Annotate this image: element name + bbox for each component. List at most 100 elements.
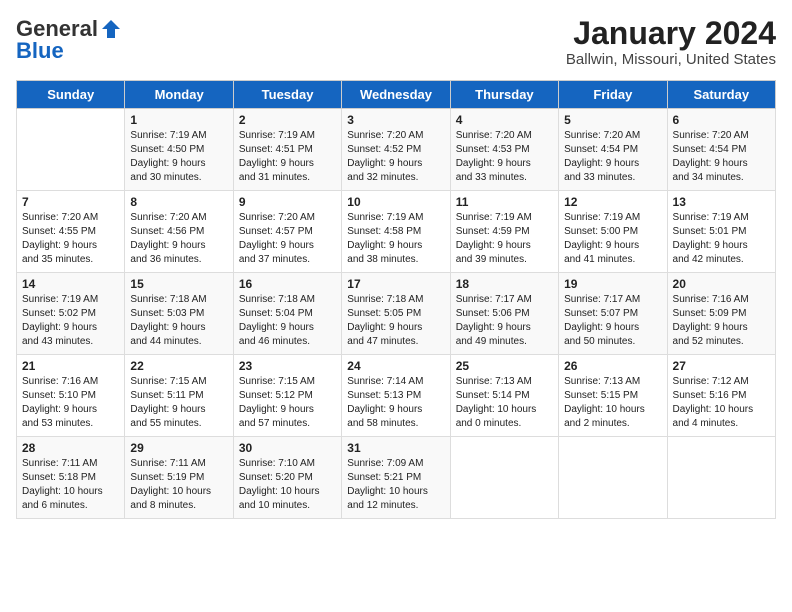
day-info: Sunrise: 7:16 AM Sunset: 5:10 PM Dayligh…: [22, 375, 119, 431]
day-info: Sunrise: 7:20 AM Sunset: 4:52 PM Dayligh…: [347, 129, 444, 185]
calendar-cell: 19 Sunrise: 7:17 AM Sunset: 5:07 PM Dayli…: [559, 273, 667, 355]
day-number: 14: [22, 277, 119, 291]
day-info: Sunrise: 7:19 AM Sunset: 5:01 PM Dayligh…: [673, 211, 770, 267]
week-row-2: 7 Sunrise: 7:20 AM Sunset: 4:55 PM Daylig…: [17, 191, 776, 273]
calendar-cell: 18 Sunrise: 7:17 AM Sunset: 5:06 PM Dayli…: [450, 273, 558, 355]
header-row: SundayMondayTuesdayWednesdayThursdayFrid…: [17, 81, 776, 109]
title-block: January 2024 Ballwin, Missouri, United S…: [566, 16, 776, 68]
day-number: 17: [347, 277, 444, 291]
day-info: Sunrise: 7:11 AM Sunset: 5:18 PM Dayligh…: [22, 457, 119, 513]
day-info: Sunrise: 7:20 AM Sunset: 4:54 PM Dayligh…: [673, 129, 770, 185]
day-number: 30: [239, 441, 336, 455]
day-info: Sunrise: 7:19 AM Sunset: 4:59 PM Dayligh…: [456, 211, 553, 267]
day-number: 31: [347, 441, 444, 455]
calendar-cell: 8 Sunrise: 7:20 AM Sunset: 4:56 PM Daylig…: [125, 191, 233, 273]
calendar-cell: 2 Sunrise: 7:19 AM Sunset: 4:51 PM Daylig…: [233, 109, 341, 191]
day-number: 5: [564, 113, 661, 127]
day-number: 11: [456, 195, 553, 209]
day-info: Sunrise: 7:20 AM Sunset: 4:55 PM Dayligh…: [22, 211, 119, 267]
day-info: Sunrise: 7:19 AM Sunset: 4:51 PM Dayligh…: [239, 129, 336, 185]
calendar-cell: 31 Sunrise: 7:09 AM Sunset: 5:21 PM Dayli…: [342, 437, 450, 519]
day-number: 1: [130, 113, 227, 127]
calendar-cell: [559, 437, 667, 519]
calendar-cell: 17Sunrise: 7:18 AM Sunset: 5:05 PM Dayli…: [342, 273, 450, 355]
week-row-4: 21 Sunrise: 7:16 AM Sunset: 5:10 PM Dayli…: [17, 355, 776, 437]
calendar-cell: 27Sunrise: 7:12 AM Sunset: 5:16 PM Dayli…: [667, 355, 775, 437]
day-info: Sunrise: 7:13 AM Sunset: 5:14 PM Dayligh…: [456, 375, 553, 431]
day-info: Sunrise: 7:20 AM Sunset: 4:53 PM Dayligh…: [456, 129, 553, 185]
calendar-cell: 5 Sunrise: 7:20 AM Sunset: 4:54 PM Daylig…: [559, 109, 667, 191]
calendar-cell: [450, 437, 558, 519]
calendar-cell: 22 Sunrise: 7:15 AM Sunset: 5:11 PM Dayli…: [125, 355, 233, 437]
col-header-saturday: Saturday: [667, 81, 775, 109]
day-number: 24: [347, 359, 444, 373]
day-info: Sunrise: 7:10 AM Sunset: 5:20 PM Dayligh…: [239, 457, 336, 513]
day-info: Sunrise: 7:19 AM Sunset: 4:50 PM Dayligh…: [130, 129, 227, 185]
day-number: 6: [673, 113, 770, 127]
day-number: 8: [130, 195, 227, 209]
calendar-cell: 14 Sunrise: 7:19 AM Sunset: 5:02 PM Dayli…: [17, 273, 125, 355]
calendar-cell: 21 Sunrise: 7:16 AM Sunset: 5:10 PM Dayli…: [17, 355, 125, 437]
day-info: Sunrise: 7:19 AM Sunset: 4:58 PM Dayligh…: [347, 211, 444, 267]
day-number: 25: [456, 359, 553, 373]
day-number: 29: [130, 441, 227, 455]
calendar-cell: 29 Sunrise: 7:11 AM Sunset: 5:19 PM Dayli…: [125, 437, 233, 519]
day-number: 21: [22, 359, 119, 373]
calendar-table: SundayMondayTuesdayWednesdayThursdayFrid…: [16, 80, 776, 519]
calendar-cell: 9Sunrise: 7:20 AM Sunset: 4:57 PM Daylig…: [233, 191, 341, 273]
day-info: Sunrise: 7:12 AM Sunset: 5:16 PM Dayligh…: [673, 375, 770, 431]
calendar-cell: 6 Sunrise: 7:20 AM Sunset: 4:54 PM Daylig…: [667, 109, 775, 191]
logo: General Blue: [16, 16, 122, 64]
day-number: 26: [564, 359, 661, 373]
calendar-cell: 24 Sunrise: 7:14 AM Sunset: 5:13 PM Dayli…: [342, 355, 450, 437]
day-info: Sunrise: 7:11 AM Sunset: 5:19 PM Dayligh…: [130, 457, 227, 513]
day-number: 7: [22, 195, 119, 209]
day-number: 16: [239, 277, 336, 291]
week-row-1: 1 Sunrise: 7:19 AM Sunset: 4:50 PM Daylig…: [17, 109, 776, 191]
day-info: Sunrise: 7:14 AM Sunset: 5:13 PM Dayligh…: [347, 375, 444, 431]
day-number: 28: [22, 441, 119, 455]
main-title: January 2024: [566, 16, 776, 51]
day-info: Sunrise: 7:17 AM Sunset: 5:06 PM Dayligh…: [456, 293, 553, 349]
calendar-cell: [17, 109, 125, 191]
logo-icon: [100, 18, 122, 40]
calendar-cell: 11 Sunrise: 7:19 AM Sunset: 4:59 PM Dayli…: [450, 191, 558, 273]
day-number: 3: [347, 113, 444, 127]
header: General Blue January 2024 Ballwin, Misso…: [16, 16, 776, 68]
day-number: 4: [456, 113, 553, 127]
col-header-sunday: Sunday: [17, 81, 125, 109]
day-info: Sunrise: 7:20 AM Sunset: 4:54 PM Dayligh…: [564, 129, 661, 185]
day-info: Sunrise: 7:20 AM Sunset: 4:56 PM Dayligh…: [130, 211, 227, 267]
day-info: Sunrise: 7:19 AM Sunset: 5:02 PM Dayligh…: [22, 293, 119, 349]
day-number: 12: [564, 195, 661, 209]
col-header-wednesday: Wednesday: [342, 81, 450, 109]
calendar-cell: 3 Sunrise: 7:20 AM Sunset: 4:52 PM Daylig…: [342, 109, 450, 191]
calendar-cell: 15 Sunrise: 7:18 AM Sunset: 5:03 PM Dayli…: [125, 273, 233, 355]
day-number: 13: [673, 195, 770, 209]
day-number: 2: [239, 113, 336, 127]
day-info: Sunrise: 7:18 AM Sunset: 5:03 PM Dayligh…: [130, 293, 227, 349]
day-info: Sunrise: 7:17 AM Sunset: 5:07 PM Dayligh…: [564, 293, 661, 349]
calendar-cell: 1 Sunrise: 7:19 AM Sunset: 4:50 PM Daylig…: [125, 109, 233, 191]
calendar-cell: 28 Sunrise: 7:11 AM Sunset: 5:18 PM Dayli…: [17, 437, 125, 519]
day-number: 19: [564, 277, 661, 291]
calendar-cell: 13 Sunrise: 7:19 AM Sunset: 5:01 PM Dayli…: [667, 191, 775, 273]
calendar-cell: 23 Sunrise: 7:15 AM Sunset: 5:12 PM Dayli…: [233, 355, 341, 437]
day-info: Sunrise: 7:09 AM Sunset: 5:21 PM Dayligh…: [347, 457, 444, 513]
calendar-cell: [667, 437, 775, 519]
day-info: Sunrise: 7:13 AM Sunset: 5:15 PM Dayligh…: [564, 375, 661, 431]
day-number: 18: [456, 277, 553, 291]
day-number: 23: [239, 359, 336, 373]
day-number: 15: [130, 277, 227, 291]
day-number: 22: [130, 359, 227, 373]
calendar-cell: 7 Sunrise: 7:20 AM Sunset: 4:55 PM Daylig…: [17, 191, 125, 273]
col-header-monday: Monday: [125, 81, 233, 109]
day-info: Sunrise: 7:16 AM Sunset: 5:09 PM Dayligh…: [673, 293, 770, 349]
calendar-cell: 26 Sunrise: 7:13 AM Sunset: 5:15 PM Dayli…: [559, 355, 667, 437]
day-info: Sunrise: 7:18 AM Sunset: 5:04 PM Dayligh…: [239, 293, 336, 349]
day-info: Sunrise: 7:15 AM Sunset: 5:11 PM Dayligh…: [130, 375, 227, 431]
calendar-cell: 30 Sunrise: 7:10 AM Sunset: 5:20 PM Dayli…: [233, 437, 341, 519]
calendar-cell: 20Sunrise: 7:16 AM Sunset: 5:09 PM Dayli…: [667, 273, 775, 355]
day-number: 9: [239, 195, 336, 209]
day-info: Sunrise: 7:15 AM Sunset: 5:12 PM Dayligh…: [239, 375, 336, 431]
